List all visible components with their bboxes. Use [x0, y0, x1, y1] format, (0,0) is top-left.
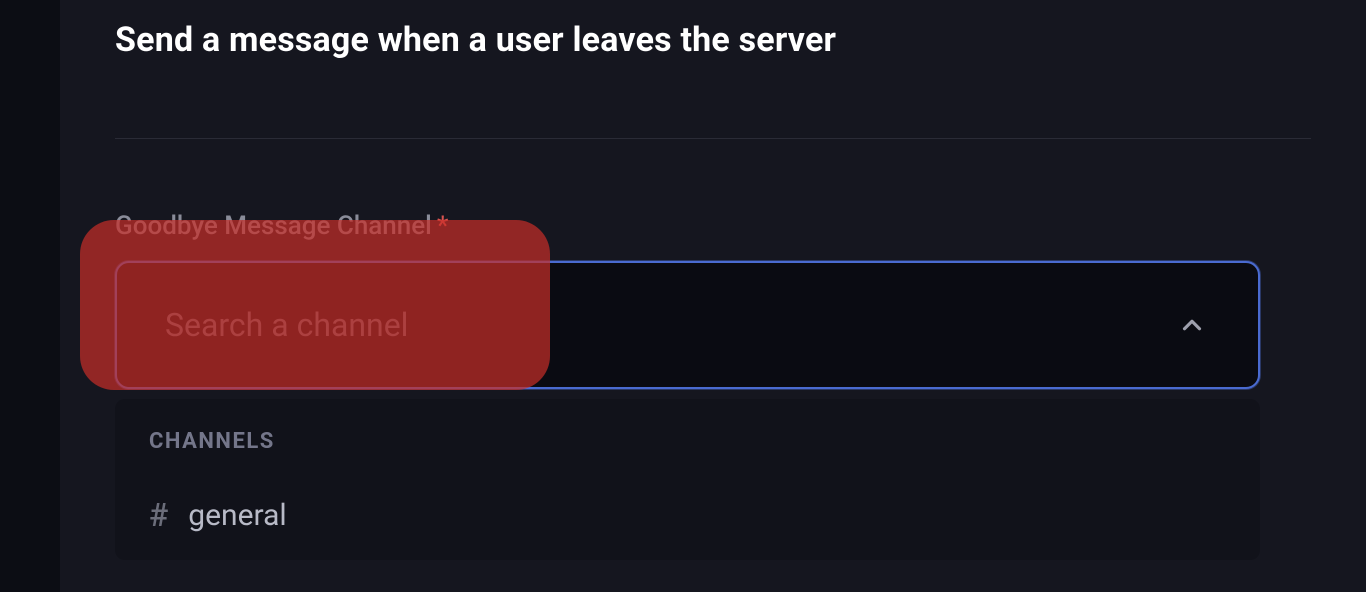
- channel-option-general[interactable]: # general: [149, 490, 1226, 540]
- channel-select-control[interactable]: [115, 261, 1260, 389]
- section-divider: [115, 138, 1311, 139]
- dropdown-group-label: CHANNELS: [149, 429, 1226, 454]
- section-title: Send a message when a user leaves the se…: [115, 20, 1311, 60]
- channel-option-label: general: [188, 498, 286, 533]
- channel-select[interactable]: CHANNELS # general: [115, 261, 1260, 560]
- field-label: Goodbye Message Channel*: [115, 211, 1311, 241]
- hash-icon: #: [149, 496, 168, 534]
- channel-dropdown: CHANNELS # general: [115, 399, 1260, 560]
- outer-background: [0, 0, 60, 592]
- field-label-text: Goodbye Message Channel: [115, 211, 432, 241]
- required-asterisk: *: [437, 211, 449, 241]
- chevron-up-icon: [1174, 307, 1210, 343]
- content-area: Send a message when a user leaves the se…: [60, 0, 1366, 560]
- main-panel: Send a message when a user leaves the se…: [60, 0, 1366, 592]
- channel-search-input[interactable]: [165, 306, 1174, 344]
